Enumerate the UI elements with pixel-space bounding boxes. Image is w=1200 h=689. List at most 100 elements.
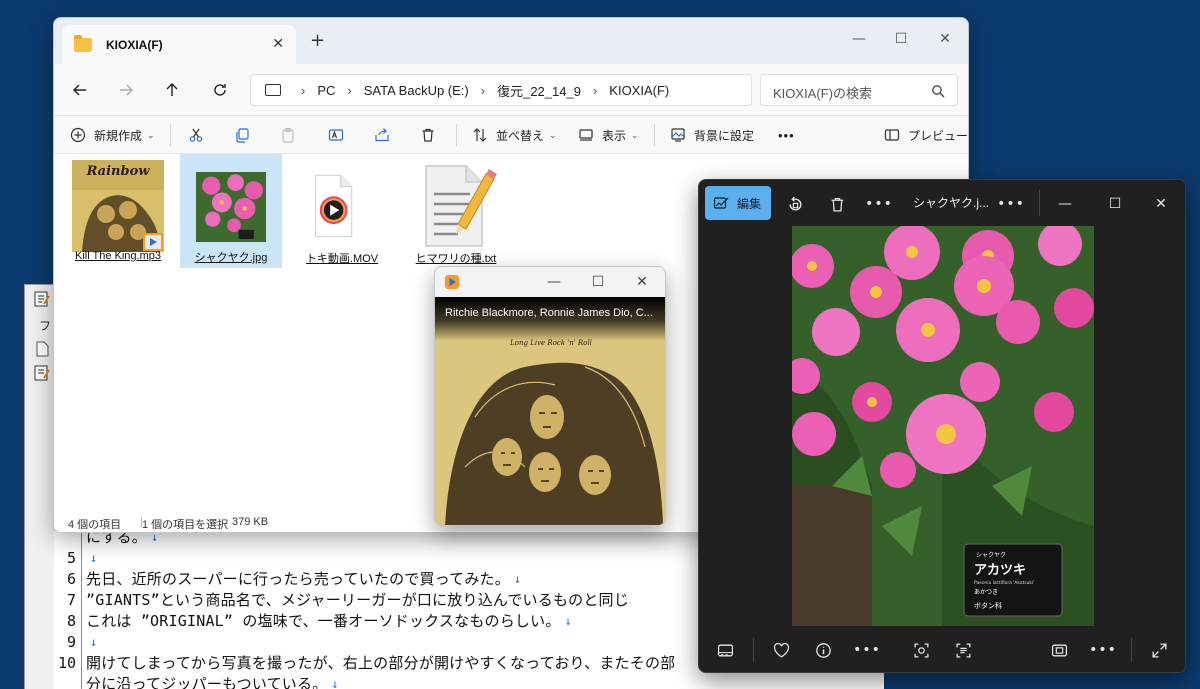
trash-icon: [831, 197, 843, 212]
forward-button[interactable]: [114, 78, 138, 102]
sign-name: アカツキ: [974, 563, 1026, 578]
mini-player-window: — ☐ ✕ Long Live Rock 'n' Roll Ritchie Bl…: [434, 266, 666, 526]
copy-icon: [236, 128, 249, 143]
chevron-right-icon: ›: [347, 82, 352, 98]
flower: [880, 452, 916, 488]
view-more-button[interactable]: •••: [1089, 640, 1116, 660]
video-file-icon: [315, 174, 353, 238]
minimize-button[interactable]: —: [846, 26, 872, 52]
favorite-button[interactable]: [771, 640, 791, 660]
edit-image-icon: [713, 197, 729, 209]
flower: [812, 308, 860, 356]
sort-button[interactable]: 並べ替え ⌄: [472, 116, 557, 154]
more-options-button[interactable]: •••: [853, 640, 880, 660]
clipboard-icon: [282, 127, 294, 143]
line-number: 8: [66, 611, 76, 630]
new-button[interactable]: 新規作成 ⌄: [70, 116, 155, 154]
share-button[interactable]: [374, 116, 390, 154]
preview-pane-icon: [884, 129, 900, 141]
album-art: Long Live Rock 'n' Roll Ritchie Blackmor…: [435, 297, 665, 525]
tab-close-icon[interactable]: ✕: [272, 36, 284, 52]
file-name: シャクヤク.jpg: [194, 252, 268, 264]
filmstrip-icon: [717, 644, 733, 656]
file-name: ヒマワリの種.txt: [415, 253, 497, 265]
scan-text-icon: [955, 642, 971, 658]
rename-button[interactable]: [328, 116, 344, 154]
rotate-button[interactable]: [785, 194, 805, 214]
filmstrip-button[interactable]: [715, 640, 735, 660]
file-item[interactable]: Rainbow Kill The King.mp3: [68, 156, 168, 266]
close-button[interactable]: ✕: [629, 269, 655, 295]
navigation-bar: › PC › SATA BackUp (E:) › 復元_22_14_9 › K…: [54, 64, 968, 116]
up-button[interactable]: [160, 78, 184, 102]
heart-icon: [773, 642, 789, 658]
flower: [852, 382, 892, 422]
back-button[interactable]: [68, 78, 92, 102]
copy-button[interactable]: [234, 116, 250, 154]
media-player-icon: [445, 275, 459, 289]
close-button[interactable]: ✕: [932, 26, 958, 52]
view-label: 表示: [602, 128, 627, 143]
photos-app-window: 編集 ••• シャクヤク.j... ••• — ☐ ✕ シャクヤク アカツキ P…: [698, 179, 1186, 673]
search-placeholder: KIOXIA(F)の検索: [773, 86, 872, 101]
item-count: 4 個の項目: [68, 519, 122, 531]
breadcrumb-current[interactable]: KIOXIA(F): [609, 83, 669, 98]
file-name: シャクヤク.j...: [913, 196, 990, 210]
maximize-button[interactable]: ☐: [585, 269, 611, 295]
line-text: ”GIANTS”という商品名で、メジャーリーガーが口に放り込んでいるものと同じ: [86, 591, 629, 609]
fullscreen-button[interactable]: [1149, 640, 1169, 660]
explorer-tab[interactable]: KIOXIA(F) ✕: [62, 25, 296, 64]
more-options-button[interactable]: •••: [778, 116, 795, 154]
delete-button[interactable]: [827, 194, 847, 214]
file-item[interactable]: トキ動画.MOV: [292, 156, 392, 266]
trash-icon: [422, 128, 434, 142]
breadcrumb-drive[interactable]: SATA BackUp (E:): [364, 83, 469, 98]
flower: [1054, 288, 1094, 328]
delete-button[interactable]: [420, 116, 436, 154]
search-input[interactable]: KIOXIA(F)の検索: [760, 74, 958, 106]
fit-view-button[interactable]: [1049, 640, 1069, 660]
flower: [906, 394, 986, 474]
plus-circle-icon: [70, 127, 86, 143]
sign-hiragana: あかつき: [974, 589, 998, 596]
file-more-button[interactable]: •••: [997, 194, 1024, 214]
cut-button[interactable]: [188, 116, 204, 154]
flower: [960, 362, 1000, 402]
wallpaper-icon: [671, 128, 685, 142]
address-bar[interactable]: › PC › SATA BackUp (E:) › 復元_22_14_9 › K…: [250, 74, 752, 106]
edit-button[interactable]: 編集: [705, 186, 771, 220]
refresh-button[interactable]: [208, 78, 232, 102]
preview-label: プレビュー: [908, 128, 969, 143]
flower: [996, 300, 1040, 344]
photo-thumbnail: [196, 172, 266, 242]
info-button[interactable]: [813, 640, 833, 660]
line-text: 分に沿ってジッパーもついている。: [86, 675, 328, 689]
paste-button[interactable]: [280, 116, 296, 154]
view-button[interactable]: 表示 ⌄: [578, 116, 639, 154]
preview-button[interactable]: プレビュー: [884, 116, 968, 154]
text-scan-button[interactable]: [953, 640, 973, 660]
close-button[interactable]: ✕: [1151, 194, 1171, 214]
file-item-selected[interactable]: シャクヤク.jpg: [180, 154, 282, 268]
line-number: 10: [57, 653, 76, 672]
visual-search-button[interactable]: [911, 640, 931, 660]
maximize-button[interactable]: ☐: [1105, 194, 1125, 214]
new-tab-button[interactable]: +: [310, 30, 325, 51]
mini-player-title-bar: — ☐ ✕: [435, 267, 665, 297]
maximize-button[interactable]: ☐: [888, 26, 914, 52]
share-icon: [375, 128, 389, 142]
rotate-icon: [788, 196, 801, 210]
chevron-right-icon: ›: [592, 82, 598, 98]
minimize-button[interactable]: —: [1055, 194, 1075, 214]
search-icon: [932, 85, 945, 98]
set-background-button[interactable]: 背景に設定: [670, 116, 754, 154]
line-number: 5: [66, 548, 76, 567]
minimize-button[interactable]: —: [541, 269, 567, 295]
editor-line: 分に沿ってジッパーもついている。 ↓: [54, 673, 884, 689]
plant-sign: シャクヤク アカツキ Paeonia lactiflora 'Akatsuki'…: [963, 543, 1063, 617]
breadcrumb-pc[interactable]: PC: [317, 83, 335, 98]
more-options-button[interactable]: •••: [865, 194, 892, 214]
chevron-right-icon: ›: [480, 82, 486, 98]
file-item[interactable]: ヒマワリの種.txt: [406, 156, 506, 266]
breadcrumb-folder[interactable]: 復元_22_14_9: [497, 81, 581, 100]
